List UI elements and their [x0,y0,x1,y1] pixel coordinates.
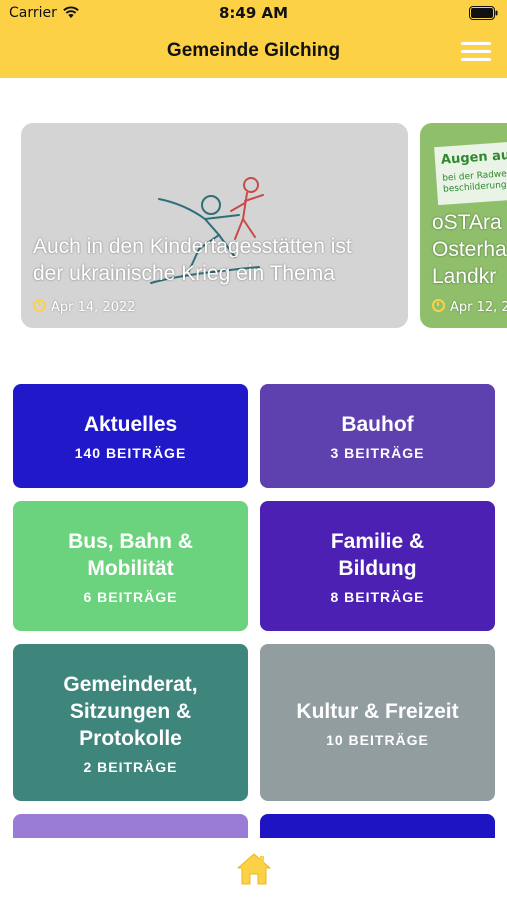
status-time: 8:49 AM [218,4,289,22]
bottom-nav [0,838,507,900]
carousel-card-date: Apr 12, 2 [432,299,507,315]
status-bar: Carrier 8:49 AM [0,0,507,28]
battery-icon [469,6,498,20]
page-title: Gemeinde Gilching [166,40,341,61]
carousel-card-date: Apr 14, 2022 [33,299,136,315]
app-header: Carrier 8:49 AM Gemeinde Gilching [0,0,507,78]
category-name: Bauhof [341,413,414,436]
category-name: Bus, Bahn & Mobilität [68,529,193,580]
category-tile-mobilitaet[interactable]: Bus, Bahn & Mobilität 6 BEITRÄGE [13,501,248,631]
category-count: 3 BEITRÄGE [330,445,425,461]
clock-icon [432,299,445,312]
category-tile[interactable] [13,814,248,839]
category-tile-gemeinderat[interactable]: Gemeinderat, Sitzungen & Protokolle 2 BEIT… [13,644,248,801]
category-name: Aktuelles [83,413,178,436]
category-count: 2 BEITRÄGE [83,758,178,775]
category-name: Familie & Bildung [330,529,425,580]
news-carousel[interactable]: Auch in den Kindertagesstätten ist der u… [0,123,507,329]
carousel-card[interactable]: Auch in den Kindertagesstätten ist der u… [21,123,408,328]
category-tile-aktuelles[interactable]: Aktuelles 140 BEITRÄGE [13,384,248,488]
category-name: Kultur & Freizeit [296,699,459,723]
carousel-card-title: Auch in den Kindertagesstätten ist der u… [33,235,352,285]
home-icon[interactable] [236,852,272,886]
category-count: 6 BEITRÄGE [83,588,178,605]
carousel-card[interactable]: Augen auf bei der Radweg beschilderung! o… [420,123,507,328]
hamburger-menu-icon[interactable] [461,41,491,63]
category-grid: Aktuelles 140 BEITRÄGE Bauhof 3 BEITRÄGE… [0,384,507,839]
category-count: 10 BEITRÄGE [326,731,429,748]
category-count: 8 BEITRÄGE [330,588,425,605]
category-tile-kultur-freizeit[interactable]: Kultur & Freizeit 10 BEITRÄGE [260,644,495,801]
carousel-card-title: oSTAra Osterha Landkr [432,211,507,288]
category-tile-bauhof[interactable]: Bauhof 3 BEITRÄGE [260,384,495,488]
category-name: Gemeinderat, Sitzungen & Protokolle [63,672,198,750]
category-tile[interactable] [260,814,495,839]
category-count: 140 BEITRÄGE [74,445,187,461]
category-tile-familie-bildung[interactable]: Familie & Bildung 8 BEITRÄGE [260,501,495,631]
poster-image: Augen auf bei der Radweg beschilderung! [434,138,507,206]
clock-icon [33,299,46,312]
